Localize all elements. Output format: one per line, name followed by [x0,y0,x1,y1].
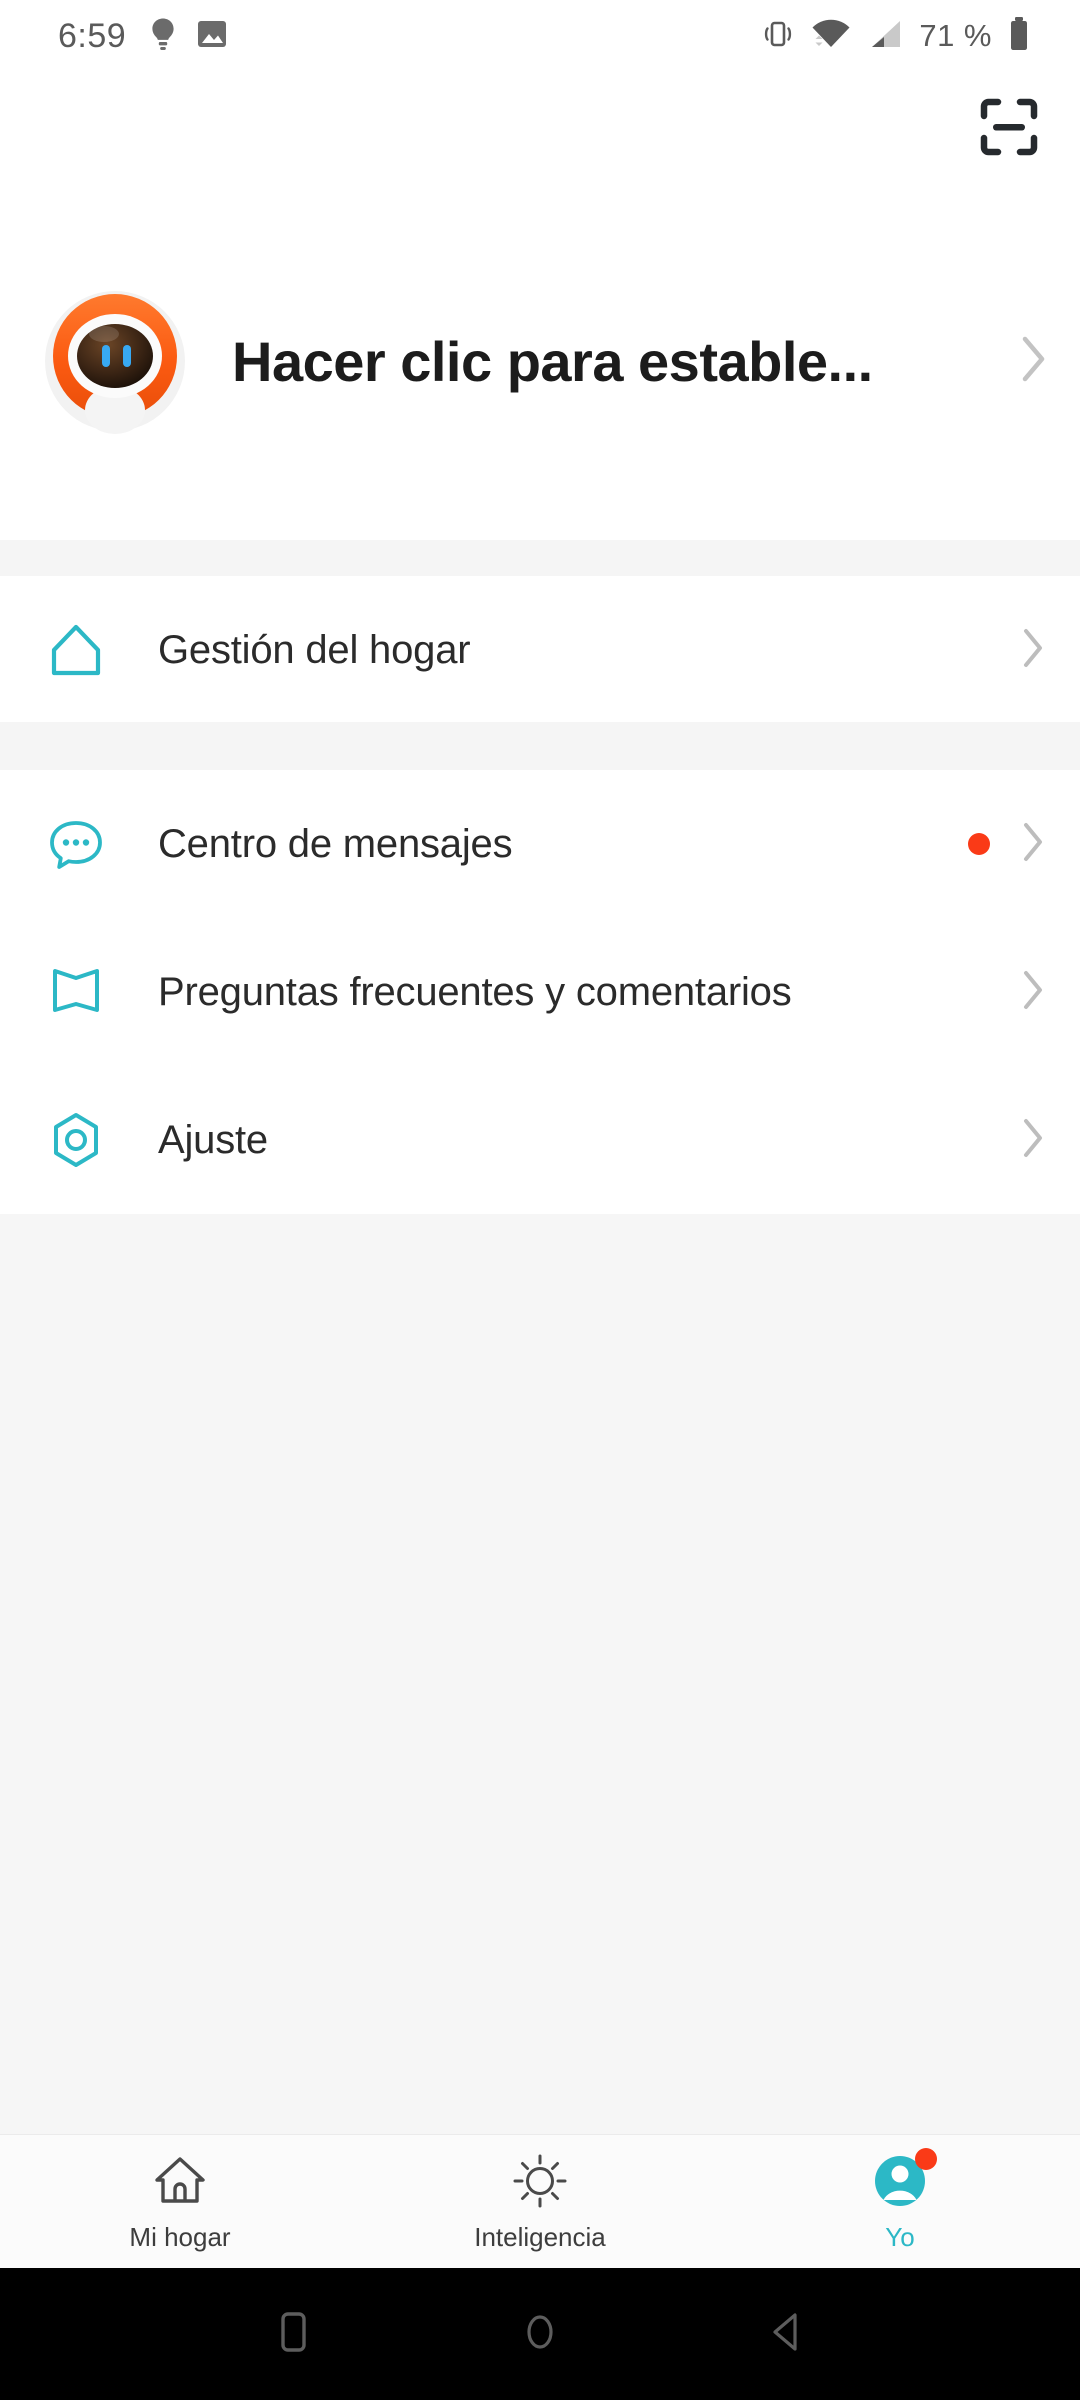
tab-label: Yo [885,2222,915,2252]
sun-icon [509,2150,571,2212]
android-nav-bar [0,2268,1080,2400]
status-time: 6:59 [58,16,127,55]
battery-icon [1008,16,1030,57]
menu-label: Ajuste [158,1117,268,1162]
vibrate-icon [761,17,795,56]
recents-square-icon [271,2306,315,2363]
chevron-right-icon [1018,625,1046,676]
menu-section-general: Centro de mensajes Preguntas frecuentes … [0,770,1080,1214]
cellular-signal-icon [867,18,903,55]
avatar[interactable] [42,288,188,434]
scan-icon [977,95,1041,164]
section-divider-1 [0,540,1080,576]
hexagon-settings-icon [42,1106,110,1174]
menu-row-faq-feedback[interactable]: Preguntas frecuentes y comentarios [0,918,1080,1066]
section-divider-2 [0,722,1080,770]
message-bubble-icon [42,810,110,878]
menu-label: Gestión del hogar [158,627,471,672]
tab-inteligencia[interactable]: Inteligencia [360,2135,720,2269]
status-left-icons [148,17,228,56]
profile-header[interactable]: Hacer clic para estable... [0,182,1080,540]
chevron-right-icon [1016,332,1050,391]
status-right-icons: 71 % [761,16,1030,57]
status-bar: 6:59 71 % [0,0,1080,72]
bottom-tab-bar: Mi hogar Inteligencia Yo [0,2134,1080,2268]
back-button[interactable] [748,2295,826,2373]
menu-row-home-management[interactable]: Gestión del hogar [0,576,1080,724]
phone-screen: 6:59 71 % Hacer clic para estable... Ges… [0,0,1080,2400]
image-icon [196,18,228,55]
recents-button[interactable] [254,2295,332,2373]
home-icon [149,2150,211,2212]
unread-badge-dot [968,833,990,855]
menu-label: Preguntas frecuentes y comentarios [158,969,792,1014]
empty-content-area [0,1214,1080,2134]
tab-yo[interactable]: Yo [720,2135,1080,2269]
tab-label: Inteligencia [474,2222,606,2252]
menu-section-home: Gestión del hogar [0,576,1080,724]
robot-avatar-icon [42,291,188,434]
menu-row-settings[interactable]: Ajuste [0,1066,1080,1214]
wifi-icon [811,18,851,55]
battery-percent-label: 71 % [919,18,992,53]
home-outline-icon [42,616,110,684]
tab-label: Mi hogar [129,2222,231,2252]
home-button[interactable] [501,2295,579,2373]
menu-row-message-center[interactable]: Centro de mensajes [0,770,1080,918]
back-triangle-icon [765,2306,809,2363]
chevron-right-icon [1018,967,1046,1018]
tab-mi-hogar[interactable]: Mi hogar [0,2135,360,2269]
chevron-right-icon [1018,1115,1046,1166]
profile-title: Hacer clic para estable... [232,329,873,393]
book-icon [42,958,110,1026]
scan-button[interactable] [970,90,1048,168]
chevron-right-icon [1018,819,1046,870]
lightbulb-icon [148,17,178,56]
top-app-bar [0,72,1080,182]
home-circle-icon [518,2306,562,2363]
person-icon [869,2148,937,2212]
menu-label: Centro de mensajes [158,821,513,866]
tab-badge-dot [915,2148,937,2170]
